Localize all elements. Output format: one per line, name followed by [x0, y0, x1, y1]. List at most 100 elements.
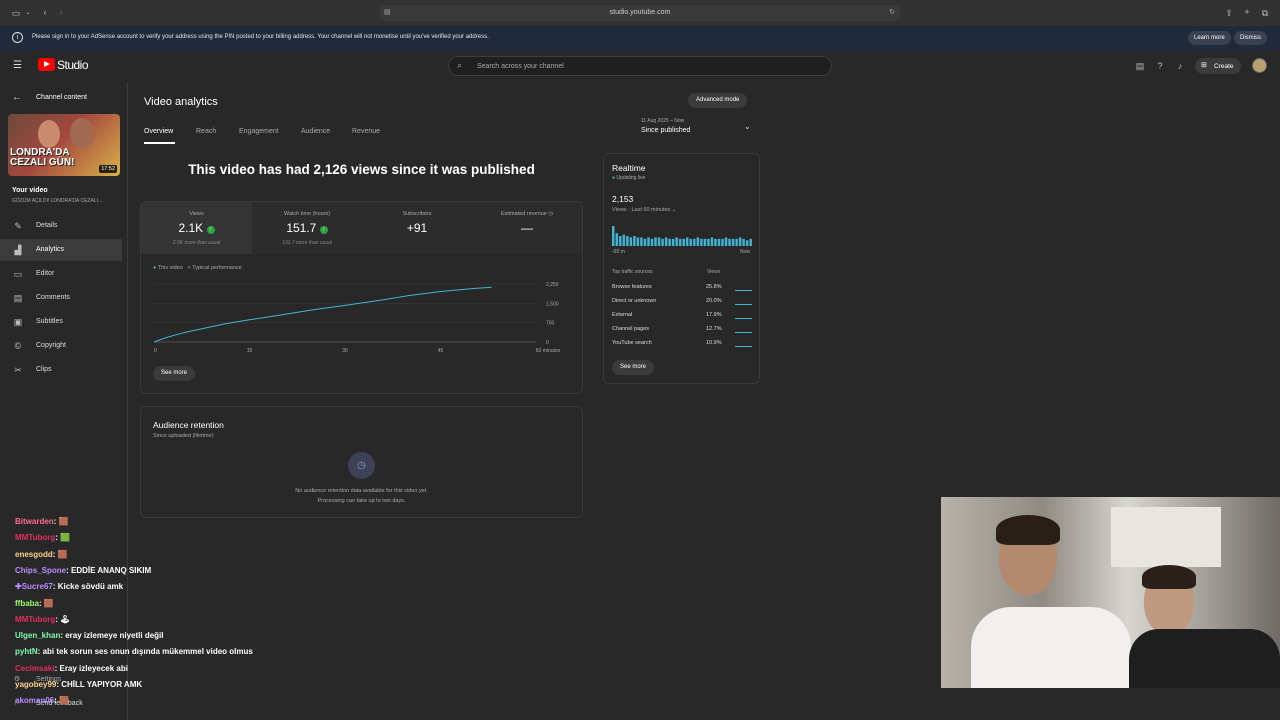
realtime-period-selector[interactable]: Views · Last 60 minutes ⌄ — [612, 207, 676, 213]
realtime-bar — [619, 236, 622, 246]
views-headline: This video has had 2,126 views since it … — [188, 162, 535, 177]
realtime-axis-start: -60 m — [612, 249, 625, 255]
chat-username: Bitwarden — [15, 517, 54, 526]
y-tick-label: 1,500 — [546, 301, 559, 307]
advanced-mode-button[interactable]: Advanced mode — [688, 93, 748, 108]
chat-text: eray izlemeye niyetli değil — [65, 631, 164, 641]
chat-username: Ulgen_khan — [15, 631, 61, 641]
realtime-bar — [661, 238, 664, 246]
chat-message: yagobey99: CHİLL YAPIYOR AMK — [15, 680, 142, 689]
chat-text: Kicke sövdü amk — [57, 582, 124, 592]
address-bar[interactable]: ▤ studio.youtube.com ↻ — [380, 5, 900, 21]
notifications-icon[interactable]: ♪ — [1174, 60, 1186, 72]
realtime-bar — [728, 238, 731, 246]
sidebar-item-analytics[interactable]: ▟ Analytics — [0, 239, 122, 261]
your-video-label: Your video — [12, 187, 48, 194]
sidebar-toggle-icon[interactable]: ▭ — [10, 7, 22, 19]
sidebar-item-copyright[interactable]: © Copyright — [0, 335, 122, 357]
traffic-source-row[interactable]: Direct or unknown 20.0% — [612, 296, 752, 308]
traffic-source-name: YouTube search — [612, 340, 652, 346]
y-tick-label: 0 — [546, 340, 549, 346]
page-icon: ▤ — [384, 9, 391, 16]
realtime-count: 2,153 — [612, 194, 634, 204]
metric-watch-time[interactable]: Watch time (hours) 151.7 ↑ 131.7 more th… — [252, 202, 362, 254]
chevron-down-icon[interactable]: ⌄ — [24, 7, 32, 19]
scissors-icon: ✂ — [14, 365, 22, 375]
realtime-bar-chart — [612, 226, 752, 246]
sidebar-item-clips[interactable]: ✂ Clips — [0, 359, 122, 381]
metric-revenue[interactable]: Estimated revenue ◷ — — [472, 202, 582, 254]
traffic-source-row[interactable]: External 17.9% — [612, 310, 752, 322]
traffic-source-name: Channel pages — [612, 326, 650, 332]
video-thumbnail[interactable]: LONDRA'DA CEZALI GÜN! 17:52 — [8, 114, 120, 176]
series-line-this-video — [153, 286, 492, 343]
tab-overview[interactable]: Overview — [144, 128, 173, 135]
traffic-source-row[interactable]: Browse features 25.8% — [612, 282, 752, 294]
traffic-source-row[interactable]: YouTube search 10.9% — [612, 338, 752, 350]
date-range-selector[interactable]: 11 Aug 2025 – Now Since published ⌄ — [641, 118, 755, 140]
sidebar-item-comments[interactable]: ▤ Comments — [0, 287, 122, 309]
dismiss-button[interactable]: Dismiss — [1234, 31, 1267, 45]
sidebar-item-details[interactable]: ✎ Details — [0, 215, 122, 237]
reload-icon[interactable]: ↻ — [889, 5, 895, 21]
share-icon[interactable]: ⇪ — [1223, 7, 1235, 19]
realtime-bar — [700, 238, 703, 246]
chat-username: akoman06 — [15, 696, 55, 706]
learn-more-button[interactable]: Learn more — [1188, 31, 1231, 45]
chat-message: Ulgen_khan: eray izlemeye niyetli değil — [15, 631, 164, 640]
realtime-bar — [671, 238, 675, 246]
sidebar-item-subtitles[interactable]: ▣ Subtitles — [0, 311, 122, 333]
studio-logo-text: Studio — [57, 58, 89, 72]
see-more-button[interactable]: See more — [153, 366, 196, 381]
url-text: studio.youtube.com — [609, 9, 671, 16]
x-tick-label: 45 — [438, 348, 444, 354]
duration-badge: 17:52 — [99, 165, 117, 173]
chat-username: yagobey99 — [15, 680, 57, 689]
help-icon[interactable]: ? — [1154, 60, 1166, 72]
channel-content-link[interactable]: Channel content — [36, 94, 87, 101]
tab-audience[interactable]: Audience — [301, 128, 330, 135]
menu-icon[interactable]: ☰ — [13, 60, 24, 71]
tabs-overview-icon[interactable]: ⧉ — [1259, 7, 1271, 19]
back-arrow-icon[interactable]: ← — [12, 93, 22, 103]
feedback-icon[interactable]: ▤ — [1134, 60, 1146, 72]
metric-views[interactable]: Views 2.1K ↑ 2.0K more than usual — [141, 202, 252, 254]
traffic-source-row[interactable]: Channel pages 12.7% — [612, 324, 752, 336]
chat-message: MMTuborg: 🟩 — [15, 533, 70, 542]
tab-reach[interactable]: Reach — [196, 128, 216, 135]
traffic-source-name: Browse features — [612, 284, 652, 290]
tab-revenue[interactable]: Revenue — [352, 128, 380, 135]
realtime-see-more-button[interactable]: See more — [612, 360, 655, 375]
retention-title: Audience retention — [153, 420, 224, 430]
realtime-bar — [749, 238, 752, 246]
sidebar-item-editor[interactable]: ▭ Editor — [0, 263, 122, 285]
metric-subscribers[interactable]: Subscribers +91 — [362, 202, 472, 254]
retention-processing-message: Processing can take up to two days. — [317, 498, 406, 504]
back-icon[interactable]: ‹ — [40, 6, 50, 18]
chat-message: ffbaba: 🟫 — [15, 599, 54, 608]
sparkline — [735, 315, 752, 319]
analytics-icon: ▟ — [14, 245, 22, 255]
new-tab-icon[interactable]: + — [1241, 6, 1253, 18]
realtime-bar — [622, 234, 626, 246]
chat-message: pyhtN: abi tek sorun ses onun dışında mü… — [15, 647, 253, 656]
chat-username: enesgodd — [15, 549, 53, 559]
info-icon: i — [12, 32, 23, 43]
create-button[interactable]: ⊞ Create — [1195, 58, 1241, 74]
avatar[interactable] — [1252, 58, 1267, 73]
page-title: Video analytics — [144, 96, 218, 108]
chat-message: enesgodd: 🟫 — [15, 550, 68, 559]
youtube-logo-icon[interactable] — [38, 58, 55, 71]
search-input[interactable]: ⌕ Search across your channel — [448, 56, 832, 76]
sparkline — [735, 287, 752, 291]
forward-icon[interactable]: › — [56, 6, 66, 18]
video-title: GÖZÜM AÇILDI! LONDRA'DA CEZALI... — [12, 198, 103, 204]
realtime-bar — [731, 238, 735, 246]
sidebar-item-label: Comments — [36, 294, 70, 301]
realtime-bar — [742, 238, 745, 246]
studio-header: ☰ Studio ⌕ Search across your channel ▤ … — [0, 50, 1280, 82]
chat-text: CHİLL YAPIYOR AMK — [61, 680, 143, 689]
webcam-overlay — [941, 497, 1280, 688]
tab-engagement[interactable]: Engagement — [239, 128, 279, 135]
metric-label: Views — [189, 211, 204, 217]
